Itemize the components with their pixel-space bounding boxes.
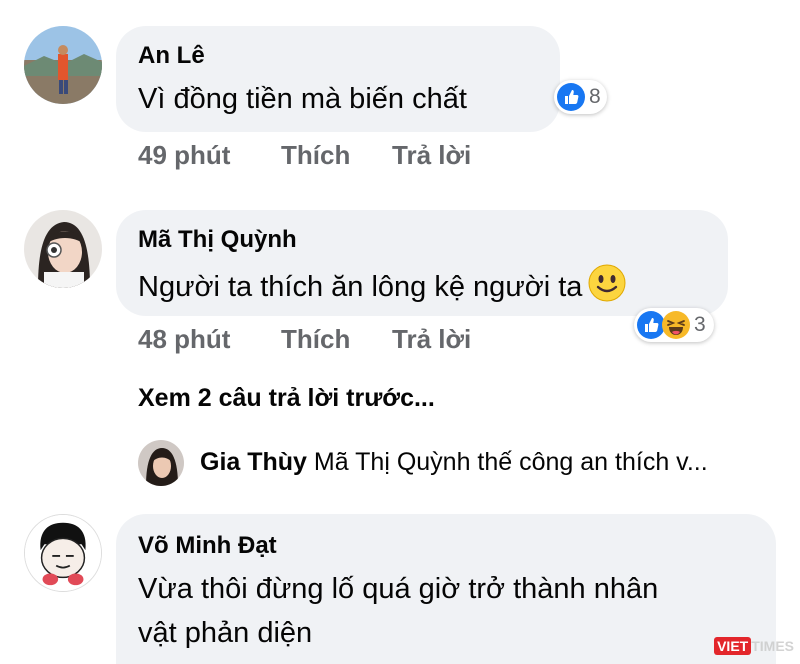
watermark-part2: TIMES (751, 638, 794, 654)
comment-text: Vì đồng tiền mà biến chất (138, 83, 467, 115)
reply-button[interactable]: Trả lời (392, 324, 471, 355)
avatar-ma-thi-quynh[interactable] (24, 210, 102, 288)
reaction-summary[interactable]: 8 (554, 80, 607, 114)
comment-text: Người ta thích ăn lông kệ người ta (138, 264, 626, 308)
comment-author[interactable]: Võ Minh Đạt (138, 532, 277, 560)
comment-text-content: Người ta thích ăn lông kệ người ta (138, 271, 583, 303)
reaction-count: 3 (694, 313, 706, 336)
reaction-summary[interactable]: 3 (634, 308, 714, 342)
comment-author[interactable]: Mã Thị Quỳnh (138, 226, 297, 254)
like-icon (637, 311, 665, 339)
haha-icon (662, 311, 690, 339)
comment-text-line-2: vật phản diện (138, 617, 313, 649)
reply-text: Mã Thị Quỳnh thế công an thích v... (313, 448, 708, 476)
like-icon (557, 83, 585, 111)
avatar-gia-thuy[interactable] (138, 440, 184, 486)
reply-button[interactable]: Trả lời (392, 140, 471, 171)
comment-author[interactable]: An Lê (138, 42, 205, 70)
comment-time[interactable]: 49 phút (138, 140, 230, 171)
view-previous-replies-link[interactable]: Xem 2 câu trả lời trước... (138, 384, 435, 413)
avatar-vo-minh-dat[interactable] (24, 514, 102, 592)
comment-text-line-1: Vừa thôi đừng lố quá giờ trở thành nhân (138, 573, 659, 605)
reply-preview[interactable]: Gia Thùy Mã Thị Quỳnh thế công an thích … (200, 448, 708, 477)
like-button[interactable]: Thích (281, 324, 350, 355)
watermark-part1: VIET (714, 637, 752, 655)
reaction-count: 8 (589, 85, 601, 108)
slightly-smiling-face-icon (588, 264, 626, 302)
reply-author[interactable]: Gia Thùy (200, 448, 307, 476)
like-button[interactable]: Thích (281, 140, 350, 171)
avatar-an-le[interactable] (24, 26, 102, 104)
comment-time[interactable]: 48 phút (138, 324, 230, 355)
viettimes-watermark: VIET TIMES (714, 637, 794, 655)
